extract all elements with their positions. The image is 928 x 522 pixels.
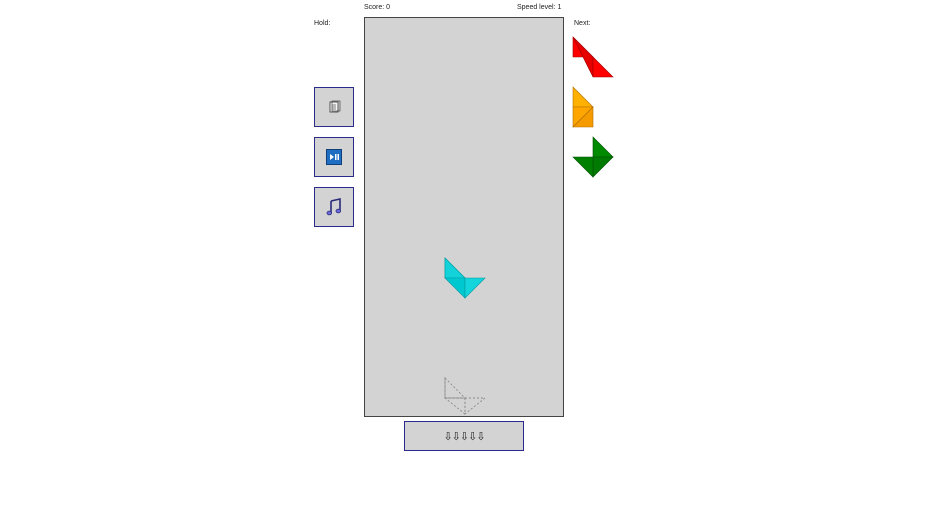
hard-drop-button[interactable]: ⇩⇩⇩⇩⇩ xyxy=(404,421,524,451)
play-pause-icon xyxy=(326,149,342,165)
music-button[interactable] xyxy=(314,187,354,227)
board-canvas xyxy=(443,257,487,415)
next-label: Next: xyxy=(574,20,591,27)
hold-label: Hold: xyxy=(314,20,331,27)
play-pause-button[interactable] xyxy=(314,137,354,177)
notes-button[interactable] xyxy=(314,87,354,127)
music-note-icon xyxy=(326,198,341,216)
next-piece-green xyxy=(572,136,614,178)
game-board[interactable] xyxy=(364,17,564,417)
next-piece-red xyxy=(572,36,614,78)
drop-arrows-icon: ⇩⇩⇩⇩⇩ xyxy=(443,430,485,443)
active-piece xyxy=(444,257,486,299)
speed-level-label: Speed level: 1 xyxy=(517,4,562,11)
next-piece-orange xyxy=(572,86,594,128)
ghost-piece xyxy=(443,376,487,415)
score-label: Score: 0 xyxy=(364,4,391,11)
document-icon xyxy=(329,100,341,113)
